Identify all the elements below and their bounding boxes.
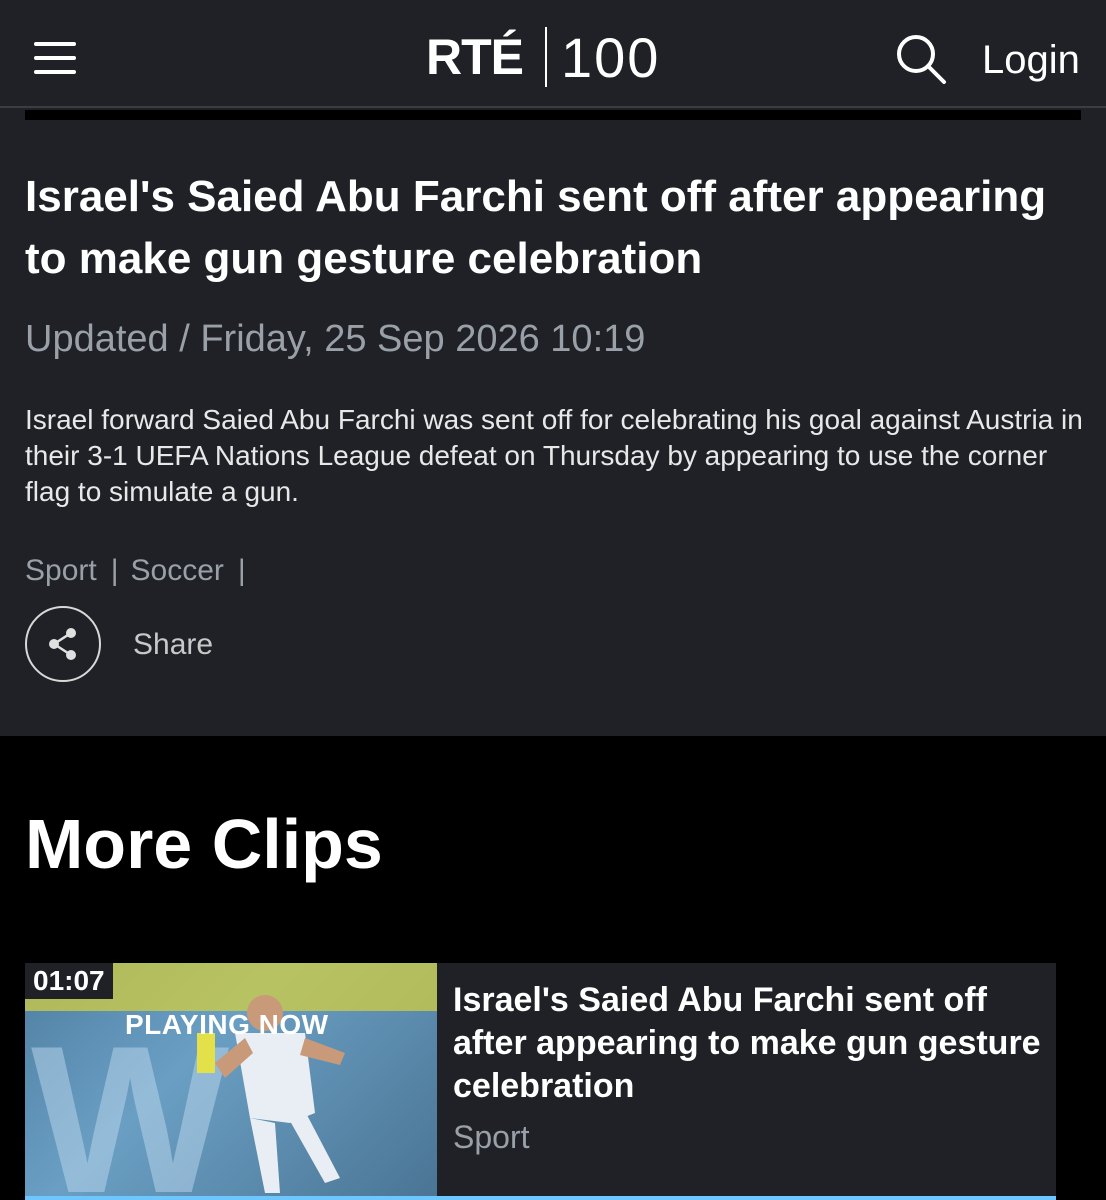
tag-separator: | (237, 554, 246, 587)
clip-thumbnail[interactable]: W 01:07 PLAYING NOW (25, 963, 437, 1200)
menu-line (34, 42, 76, 46)
tag-soccer[interactable]: Soccer (131, 554, 224, 588)
logo-divider (545, 27, 547, 87)
logo-rte-text: RTÉ (426, 29, 524, 85)
menu-line (34, 56, 76, 60)
tag-sport[interactable]: Sport (25, 554, 97, 588)
login-link[interactable]: Login (982, 38, 1080, 83)
video-player-bottom (25, 110, 1081, 120)
article-summary: Israel forward Saied Abu Farchi was sent… (25, 404, 1083, 507)
article-tags: Sport | Soccer | (25, 554, 258, 588)
updated-timestamp: Updated / Friday, 25 Sep 2026 10:19 (25, 318, 646, 360)
hamburger-menu-icon[interactable] (34, 40, 78, 76)
logo-100-text: 100 (561, 25, 661, 89)
clip-title[interactable]: Israel's Saied Abu Farchi sent off after… (453, 979, 1043, 1108)
tag-separator: | (110, 554, 119, 587)
clip-duration: 01:07 (25, 963, 113, 999)
search-icon[interactable] (894, 32, 948, 86)
share-button[interactable] (25, 606, 101, 682)
menu-line (34, 70, 76, 74)
more-clips-heading: More Clips (25, 805, 383, 883)
rte-100-logo[interactable]: RTÉ 100 (426, 25, 661, 89)
clip-progress-bar (25, 1196, 1056, 1200)
article-title: Israel's Saied Abu Farchi sent off after… (25, 172, 1047, 283)
clip-category: Sport (453, 1119, 530, 1155)
share-icon (49, 628, 76, 660)
article-section: Israel's Saied Abu Farchi sent off after… (0, 108, 1106, 736)
top-header: RTÉ 100 Login (0, 0, 1106, 108)
playing-now-badge: PLAYING NOW (125, 1009, 329, 1040)
share-label[interactable]: Share (133, 628, 213, 662)
clip-card[interactable]: W 01:07 PLAYING NOW Israel's Saied Abu F… (25, 963, 1056, 1200)
